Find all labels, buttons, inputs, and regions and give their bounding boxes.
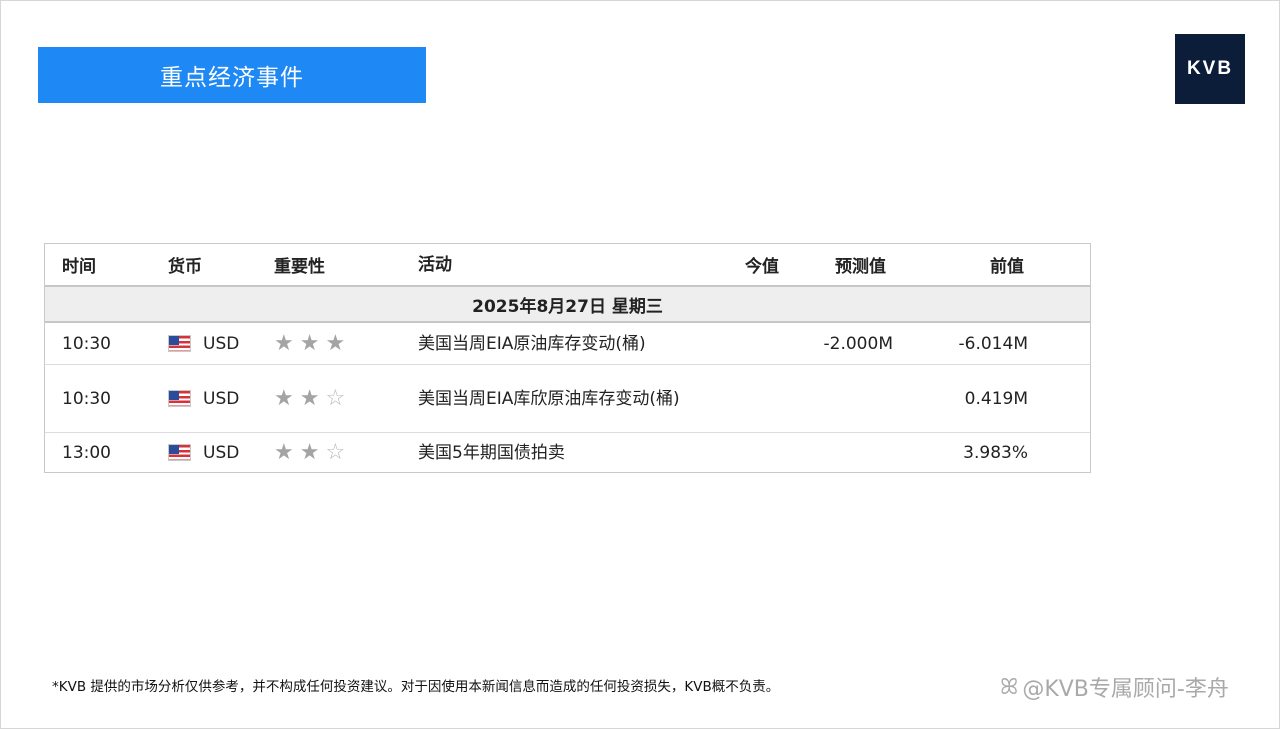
event-name: 美国当周EIA库欣原油库存变动(桶) [418,388,680,409]
table-row: 13:00 USD ★ ★ ☆ 美国5年期国债拍卖 3.983% [45,432,1090,472]
us-flag-icon [168,390,191,407]
table-row: 10:30 USD ★ ★ ☆ 美国当周EIA库欣原油库存变动(桶) 0.419M [45,364,1090,432]
section-title: 重点经济事件 [38,47,426,103]
star-filled-icon: ★ [299,385,320,411]
event-previous: 0.419M [964,388,1028,409]
star-filled-icon: ★ [299,439,320,465]
col-time-header: 时间 [62,257,96,277]
event-currency: USD [168,433,239,472]
table-header-row: 时间 货币 重要性 活动 今值 预测值 前值 [45,244,1090,285]
currency-code: USD [203,333,240,354]
event-name: 美国当周EIA原油库存变动(桶) [418,333,646,354]
date-label: 2025年8月27日 星期三 [472,296,663,317]
col-actual-header: 今值 [745,257,779,277]
table-row: 10:30 USD ★ ★ ★ 美国当周EIA原油库存变动(桶) -2.000M -… [45,323,1090,364]
event-currency: USD [168,365,239,432]
event-time: 10:30 [62,333,111,354]
star-filled-icon: ★ [325,330,346,356]
star-filled-icon: ★ [299,330,320,356]
event-forecast [775,365,893,432]
star-outline-icon: ☆ [325,385,346,411]
importance-rating: ★ ★ ☆ [274,433,345,472]
event-currency: USD [168,323,239,364]
col-previous-header: 前值 [990,257,1024,277]
event-forecast: -2.000M [823,333,893,354]
watermark-text: @KVB专属顾问-李舟 [1022,677,1229,702]
star-filled-icon: ★ [274,439,294,465]
star-outline-icon: ☆ [325,439,346,465]
col-forecast-header: 预测值 [835,257,886,277]
us-flag-icon [168,335,191,352]
disclaimer-text: *KVB 提供的市场分析仅供参考，并不构成任何投资建议。对于因使用本新闻信息而造… [52,679,780,695]
col-event-header: 活动 [418,254,452,275]
star-filled-icon: ★ [274,385,294,411]
star-filled-icon: ★ [274,330,294,356]
kvb-logo: KVB [1175,34,1245,104]
currency-code: USD [203,388,240,409]
event-name: 美国5年期国债拍卖 [418,442,565,463]
economic-events-table: 时间 货币 重要性 活动 今值 预测值 前值 2025年8月27日 星期三 10… [44,243,1091,473]
watermark: ꕤ @KVB专属顾问-李舟 [1000,671,1229,703]
event-previous: -6.014M [958,333,1028,354]
date-group-row: 2025年8月27日 星期三 [45,285,1090,323]
event-previous: 3.983% [963,442,1028,463]
event-forecast [775,433,893,472]
importance-rating: ★ ★ ★ [274,323,345,364]
event-time: 10:30 [62,388,111,409]
col-currency-header: 货币 [168,257,202,277]
us-flag-icon [168,444,191,461]
zhihu-icon: ꕤ [1000,674,1019,700]
event-time: 13:00 [62,442,111,463]
currency-code: USD [203,442,240,463]
importance-rating: ★ ★ ☆ [274,365,345,432]
col-importance-header: 重要性 [274,257,325,277]
